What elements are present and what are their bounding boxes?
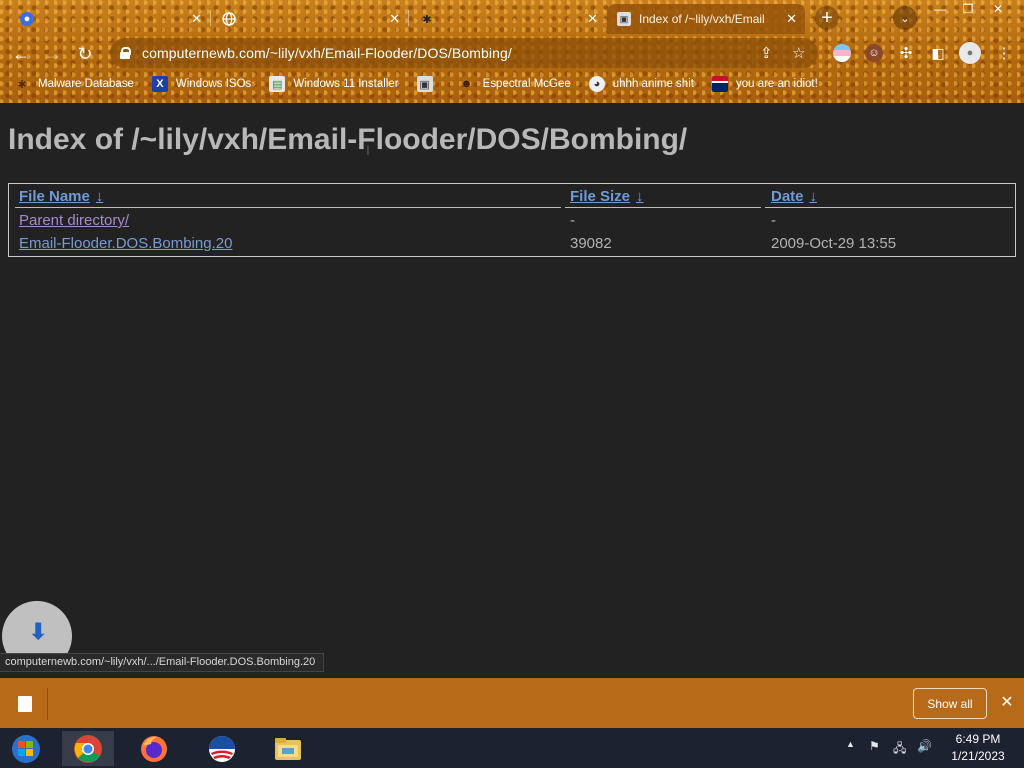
- globe-icon: [222, 12, 236, 26]
- extensions-puzzle-icon[interactable]: ✣: [897, 44, 915, 62]
- column-header-file-size[interactable]: File Size ↓: [570, 188, 644, 205]
- start-button[interactable]: [8, 733, 44, 765]
- status-bar-url: computernewb.com/~lily/vxh/.../Email-Flo…: [0, 653, 325, 672]
- close-tab-icon[interactable]: ✕: [786, 11, 797, 27]
- taskbar-obama[interactable]: [196, 731, 248, 766]
- bookmark-4[interactable]: ▣: [416, 76, 441, 92]
- close-tab-icon[interactable]: ✕: [587, 11, 598, 27]
- taskbar-file-explorer[interactable]: [262, 731, 314, 766]
- download-arrow-icon: ⬇: [29, 619, 48, 644]
- anime-icon: ◕: [588, 76, 605, 92]
- minimize-button[interactable]: —: [926, 0, 954, 18]
- text-cursor-icon: I: [366, 142, 370, 158]
- back-button[interactable]: ←: [8, 41, 34, 67]
- tab-active[interactable]: ▣ Index of /~lily/vxh/Email ✕: [607, 4, 805, 34]
- menu-kebab-icon[interactable]: ⋮: [995, 44, 1013, 62]
- action-center-flag-icon[interactable]: ⚑: [869, 739, 880, 753]
- windows-taskbar: ▲ ⚑ 🖧 🔊 6:49 PM 1/21/2023: [0, 728, 1024, 768]
- file-icon[interactable]: [18, 696, 32, 712]
- header-underline: [565, 207, 761, 208]
- bookmarks-bar: ✱ Malware Database X Windows ISOs ▤ Wind…: [0, 72, 1024, 96]
- tab-3[interactable]: ✱ ✕: [410, 4, 606, 34]
- bug-icon: ✱: [17, 78, 27, 91]
- face-icon: ☻: [460, 78, 473, 90]
- firefox-icon: [141, 735, 167, 762]
- x-logo-icon: X: [151, 76, 168, 92]
- profile-icon[interactable]: ●: [959, 42, 981, 64]
- windows-orb-icon: [12, 735, 40, 763]
- tab-1[interactable]: ● ✕: [10, 4, 210, 34]
- side-panel-icon[interactable]: ◧: [929, 44, 947, 62]
- extension-flag-icon[interactable]: [833, 44, 851, 62]
- close-shelf-icon[interactable]: ✕: [997, 692, 1017, 712]
- bookmark-label: Espectral McGee: [482, 78, 571, 90]
- page-title: Index of /~lily/vxh/Email-Flooder/DOS/Bo…: [8, 123, 688, 156]
- clock-date: 1/21/2023: [951, 749, 1005, 763]
- show-all-button[interactable]: Show all: [913, 688, 987, 719]
- installer-icon: ▤: [269, 76, 286, 92]
- restore-button[interactable]: ❐: [954, 0, 982, 18]
- browser-chrome: ● ✕ ✕ ✱ ✕ ▣ Index of /~lily/vxh/Email ✕ …: [0, 0, 1024, 103]
- tab-search-button[interactable]: ⌄: [893, 6, 917, 30]
- tab-strip: ● ✕ ✕ ✱ ✕ ▣ Index of /~lily/vxh/Email ✕ …: [0, 0, 1024, 34]
- taskbar-firefox[interactable]: [128, 731, 180, 766]
- computer-icon: ▣: [416, 76, 433, 92]
- table-cell-date: 2009-Oct-29 13:55: [771, 235, 897, 252]
- bookmark-label: Windows 11 Installer: [293, 78, 399, 90]
- table-cell-size: 39082: [570, 235, 612, 252]
- column-header-date[interactable]: Date ↓: [771, 188, 817, 205]
- extension-avatar-icon[interactable]: ☺: [865, 44, 883, 62]
- new-tab-button[interactable]: +: [815, 6, 839, 30]
- close-tab-icon[interactable]: ✕: [191, 11, 202, 27]
- volume-icon[interactable]: 🔊: [917, 739, 932, 753]
- tab-title: Index of /~lily/vxh/Email: [639, 12, 765, 26]
- tray-overflow-icon[interactable]: ▲: [846, 739, 855, 749]
- bookmark-espectral-mcgee[interactable]: ☻ Espectral McGee: [459, 76, 571, 92]
- clock-time: 6:49 PM: [955, 732, 1001, 746]
- address-url[interactable]: computernewb.com/~lily/vxh/Email-Flooder…: [142, 45, 512, 61]
- computer-icon: ▣: [617, 12, 631, 26]
- bookmark-label: uhhh anime shit: [612, 78, 694, 90]
- tab-separator: [408, 10, 409, 26]
- forward-button[interactable]: →: [40, 41, 66, 67]
- bookmark-you-are-an-idiot[interactable]: you are an idiot!: [711, 76, 818, 92]
- shelf-separator: [47, 688, 48, 720]
- header-underline: [765, 207, 1013, 208]
- toolbar: ← → ↻ computernewb.com/~lily/vxh/Email-F…: [0, 36, 1024, 70]
- table-row-file-link[interactable]: Email-Flooder.DOS.Bombing.20: [19, 235, 232, 252]
- obama-icon: [209, 735, 235, 762]
- header-underline: [15, 207, 561, 208]
- reload-button[interactable]: ↻: [72, 41, 98, 67]
- paw-icon: ●: [20, 12, 34, 26]
- tab-separator: [210, 10, 211, 26]
- table-cell-size: -: [570, 212, 575, 229]
- table-cell-date: -: [771, 212, 776, 229]
- bookmark-windows-isos[interactable]: X Windows ISOs: [151, 76, 252, 92]
- taskbar-chrome[interactable]: [62, 731, 114, 766]
- address-bar[interactable]: computernewb.com/~lily/vxh/Email-Flooder…: [110, 38, 818, 68]
- file-listing-table: File Name ↓ File Size ↓ Date ↓ Parent direc…: [8, 183, 1016, 257]
- lock-icon[interactable]: [120, 47, 131, 59]
- bookmark-anime[interactable]: ◕ uhhh anime shit: [588, 76, 694, 92]
- column-header-file-name[interactable]: File Name ↓: [19, 188, 103, 205]
- bookmark-malware-database[interactable]: ✱ Malware Database: [14, 76, 134, 92]
- share-icon[interactable]: ⇪: [760, 44, 773, 62]
- page-content: Index of /~lily/vxh/Email-Flooder/DOS/Bo…: [0, 103, 1024, 678]
- close-tab-icon[interactable]: ✕: [389, 11, 400, 27]
- bookmark-label: Windows ISOs: [175, 78, 252, 90]
- close-window-button[interactable]: ✕: [984, 0, 1012, 18]
- download-shelf: Show all ✕: [0, 678, 1024, 728]
- file-explorer-icon: [275, 737, 301, 760]
- system-clock[interactable]: 6:49 PM 1/21/2023: [940, 731, 1016, 765]
- paw-icon: ✱: [422, 13, 432, 26]
- bookmark-star-icon[interactable]: ☆: [792, 44, 805, 62]
- bookmark-windows-11-installer[interactable]: ▤ Windows 11 Installer: [269, 76, 399, 92]
- tab-2[interactable]: ✕: [212, 4, 408, 34]
- chrome-icon: [74, 734, 102, 763]
- flag-icon: [711, 76, 728, 92]
- network-icon[interactable]: 🖧: [893, 739, 906, 760]
- bookmark-label: you are an idiot!: [735, 78, 818, 90]
- table-row-parent-link[interactable]: Parent directory/: [19, 212, 129, 229]
- bookmark-label: Malware Database: [38, 78, 134, 90]
